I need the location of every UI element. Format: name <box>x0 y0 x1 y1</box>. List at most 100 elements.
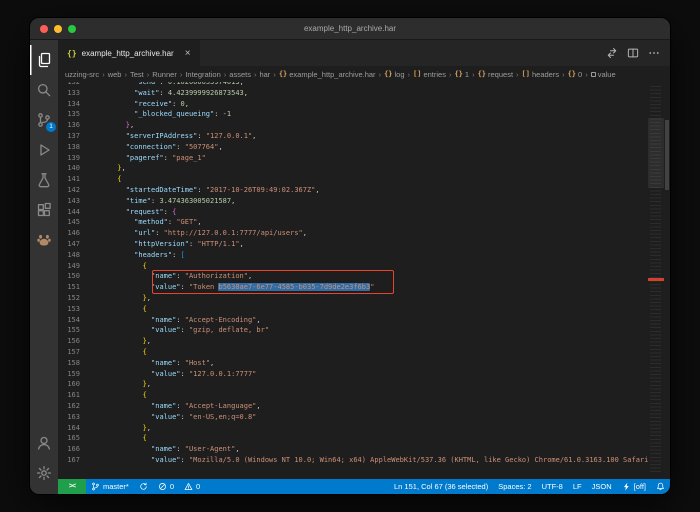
code-text[interactable]: "value": "gzip, deflate, br" <box>92 325 269 336</box>
code-line[interactable]: 141 { <box>58 174 648 185</box>
code-text[interactable]: { <box>92 347 147 358</box>
line-number[interactable]: 153 <box>58 304 92 315</box>
line-number[interactable]: 166 <box>58 444 92 455</box>
line-number[interactable]: 144 <box>58 207 92 218</box>
minimap[interactable] <box>648 82 664 479</box>
line-number[interactable]: 151 <box>58 282 92 293</box>
status-errors[interactable]: 0 <box>153 479 179 494</box>
open-changes-icon[interactable] <box>606 47 618 59</box>
code-text[interactable]: "wait": 4.4239999926873543, <box>92 88 248 99</box>
line-number[interactable]: 150 <box>58 271 92 282</box>
code-text[interactable]: "value": "en-US,en;q=0.8" <box>92 412 256 423</box>
code-line[interactable]: 134 "receive": 0, <box>58 99 648 110</box>
status-extension-toggle[interactable]: [off] <box>617 479 651 494</box>
code-line[interactable]: 133 "wait": 4.4239999926873543, <box>58 88 648 99</box>
activity-test-beaker[interactable] <box>30 165 58 195</box>
line-number[interactable]: 161 <box>58 390 92 401</box>
code-text[interactable]: "headers": [ <box>92 250 185 261</box>
vertical-scrollbar[interactable] <box>664 82 670 479</box>
code-text[interactable]: "request": { <box>92 207 176 218</box>
code-text[interactable]: "name": "Accept-Encoding", <box>92 315 261 326</box>
status-cursor-position[interactable]: Ln 151, Col 67 (36 selected) <box>389 479 493 494</box>
split-editor-icon[interactable] <box>627 47 639 59</box>
code-line[interactable]: 166 "name": "User-Agent", <box>58 444 648 455</box>
line-number[interactable]: 152 <box>58 293 92 304</box>
code-line[interactable]: 167 "value": "Mozilla/5.0 (Windows NT 10… <box>58 455 648 466</box>
status-warnings[interactable]: 0 <box>179 479 205 494</box>
code-line[interactable]: 165 { <box>58 433 648 444</box>
status-encoding[interactable]: UTF-8 <box>537 479 568 494</box>
line-number[interactable]: 165 <box>58 433 92 444</box>
line-number[interactable]: 164 <box>58 423 92 434</box>
line-number[interactable]: 138 <box>58 142 92 153</box>
line-number[interactable]: 160 <box>58 379 92 390</box>
code-text[interactable]: }, <box>92 163 126 174</box>
status-notifications[interactable] <box>651 479 670 494</box>
line-number[interactable]: 158 <box>58 358 92 369</box>
status-git-branch[interactable]: master* <box>86 479 134 494</box>
breadcrumb-item[interactable]: Test <box>130 70 144 79</box>
code-text[interactable]: }, <box>92 336 151 347</box>
activity-extensions[interactable] <box>30 195 58 225</box>
code-text[interactable]: "startedDateTime": "2017-10-26T09:49:02.… <box>92 185 320 196</box>
code-text[interactable]: "time": 3.474363005021587, <box>92 196 235 207</box>
tab-example-http-archive[interactable]: {} example_http_archive.har × <box>58 40 200 66</box>
code-text[interactable]: "method": "GET", <box>92 217 202 228</box>
breadcrumb-item[interactable]: assets <box>229 70 251 79</box>
activity-source-control[interactable]: 1 <box>30 105 58 135</box>
status-eol[interactable]: LF <box>568 479 587 494</box>
line-number[interactable]: 147 <box>58 239 92 250</box>
code-text[interactable]: { <box>92 433 147 444</box>
status-indentation[interactable]: Spaces: 2 <box>493 479 536 494</box>
code-line[interactable]: 145 "method": "GET", <box>58 217 648 228</box>
breadcrumb-item[interactable]: {}request <box>478 70 513 79</box>
line-number[interactable]: 139 <box>58 153 92 164</box>
line-number[interactable]: 167 <box>58 455 92 466</box>
status-language-mode[interactable]: JSON <box>587 479 617 494</box>
status-sync[interactable] <box>134 479 153 494</box>
code-text[interactable]: }, <box>92 379 151 390</box>
code-line[interactable]: 164 }, <box>58 423 648 434</box>
line-number[interactable]: 135 <box>58 109 92 120</box>
breadcrumb-item[interactable]: har <box>259 70 270 79</box>
code-text[interactable]: }, <box>92 423 151 434</box>
line-number[interactable]: 141 <box>58 174 92 185</box>
code-text[interactable]: "name": "User-Agent", <box>92 444 240 455</box>
code-line[interactable]: 158 "name": "Host", <box>58 358 648 369</box>
breadcrumb-item[interactable]: Runner <box>152 70 177 79</box>
remote-indicator[interactable]: >< <box>58 479 86 494</box>
code-line[interactable]: 146 "url": "http://127.0.0.1:7777/api/us… <box>58 228 648 239</box>
code-line[interactable]: 160 }, <box>58 379 648 390</box>
line-number[interactable]: 134 <box>58 99 92 110</box>
line-number[interactable]: 145 <box>58 217 92 228</box>
code-text[interactable]: "url": "http://127.0.0.1:7777/api/users"… <box>92 228 307 239</box>
line-number[interactable]: 157 <box>58 347 92 358</box>
code-text[interactable]: "_blocked_queueing": -1 <box>92 109 231 120</box>
code-line[interactable]: 138 "connection": "507764", <box>58 142 648 153</box>
zoom-window-button[interactable] <box>68 25 76 33</box>
code-text[interactable]: "pageref": "page_1" <box>92 153 206 164</box>
breadcrumb-item[interactable]: uzzing-src <box>65 70 99 79</box>
activity-account[interactable] <box>30 428 58 458</box>
line-number[interactable]: 143 <box>58 196 92 207</box>
line-number[interactable]: 136 <box>58 120 92 131</box>
line-number[interactable]: 155 <box>58 325 92 336</box>
line-number[interactable]: 142 <box>58 185 92 196</box>
close-tab-icon[interactable]: × <box>185 48 191 59</box>
code-line[interactable]: 136 }, <box>58 120 648 131</box>
code-text[interactable]: "value": "127.0.0.1:7777" <box>92 369 256 380</box>
code-line[interactable]: 154 "name": "Accept-Encoding", <box>58 315 648 326</box>
code-line[interactable]: 142 "startedDateTime": "2017-10-26T09:49… <box>58 185 648 196</box>
line-number[interactable]: 154 <box>58 315 92 326</box>
code-text[interactable]: { <box>92 304 147 315</box>
code-text[interactable]: "connection": "507764", <box>92 142 223 153</box>
minimize-window-button[interactable] <box>54 25 62 33</box>
activity-paw[interactable] <box>30 225 58 255</box>
code-line[interactable]: 163 "value": "en-US,en;q=0.8" <box>58 412 648 423</box>
code-line[interactable]: 151 "value": "Token b5638ae7-6e77-4585-b… <box>58 282 648 293</box>
code-line[interactable]: 149 { <box>58 261 648 272</box>
activity-explorer[interactable] <box>30 45 58 75</box>
code-text[interactable]: "name": "Authorization", <box>92 271 252 282</box>
code-line[interactable]: 153 { <box>58 304 648 315</box>
activity-settings[interactable] <box>30 458 58 488</box>
